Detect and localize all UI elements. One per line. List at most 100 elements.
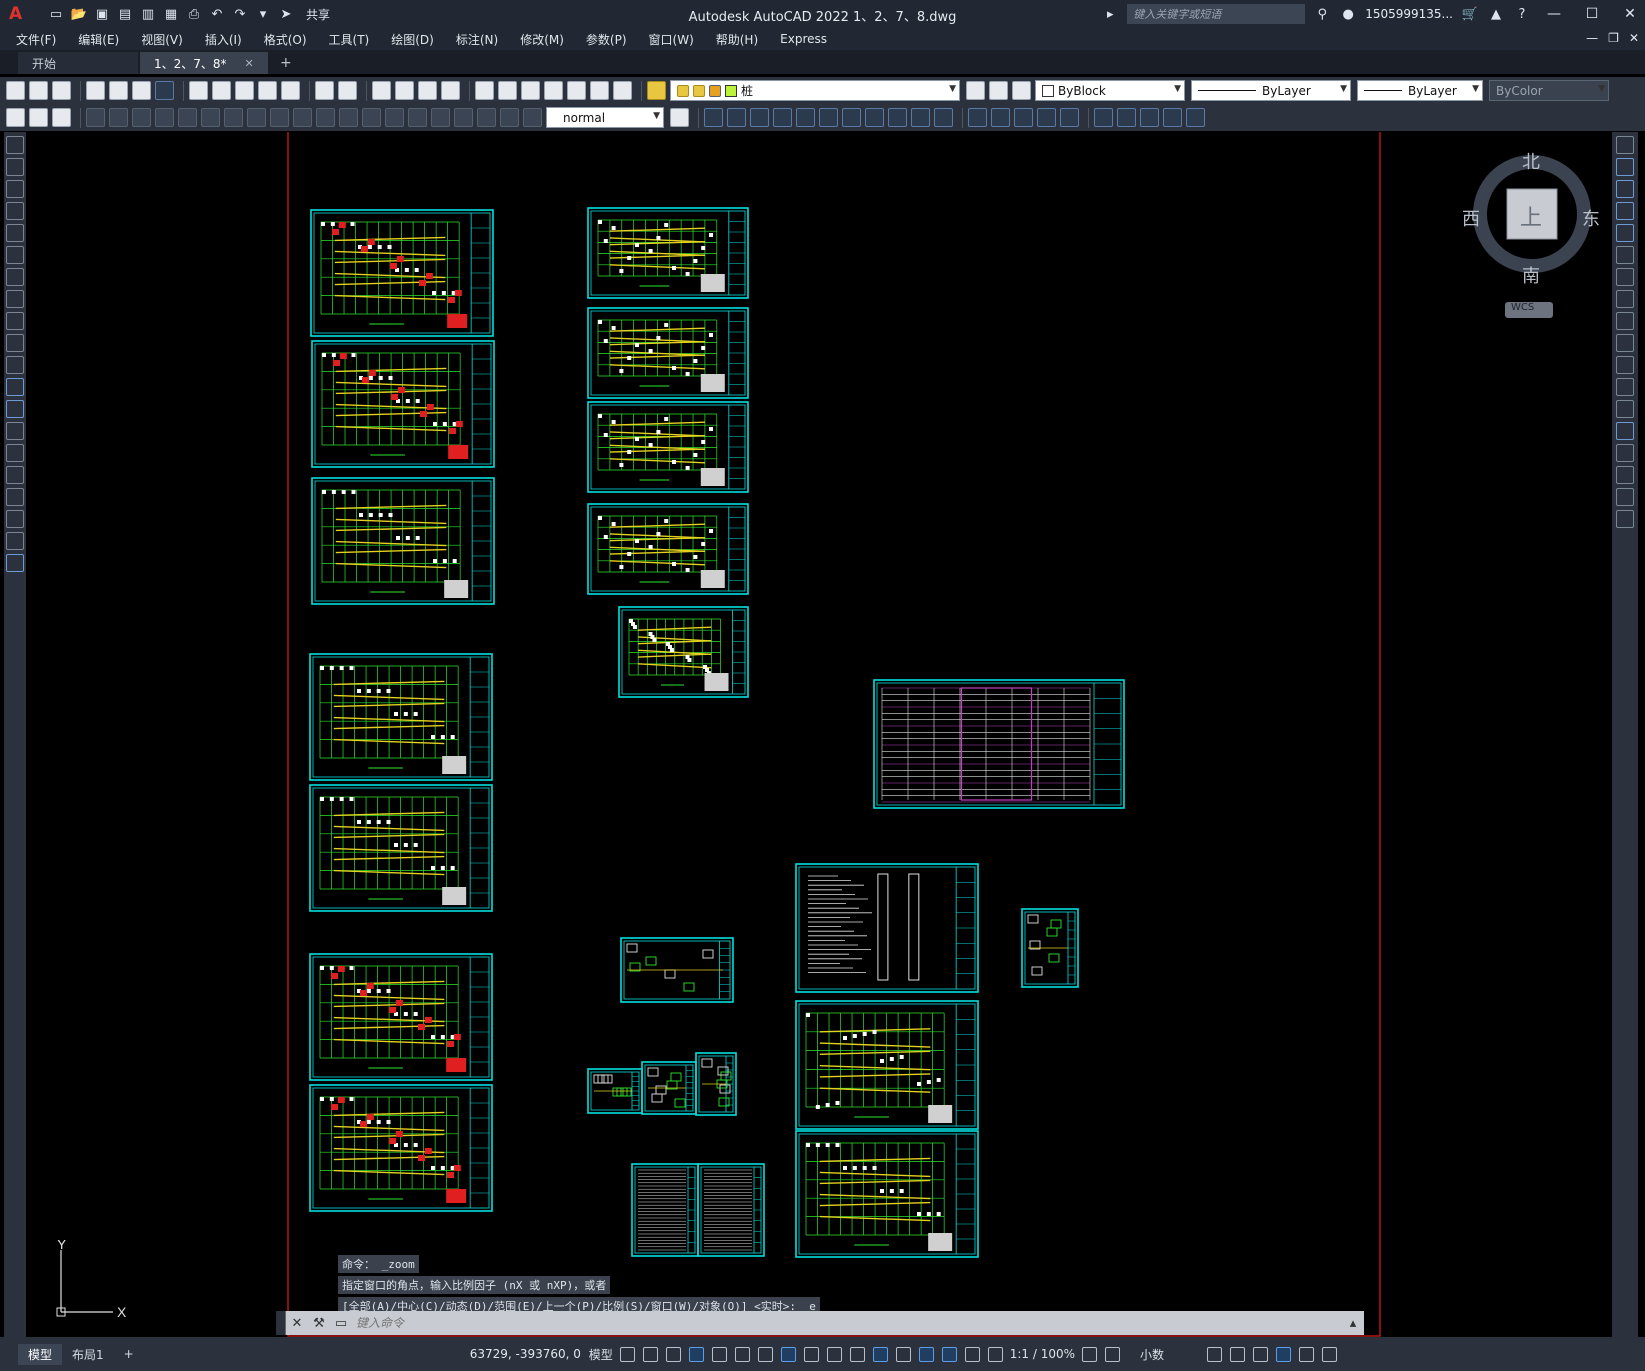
move-icon[interactable] [1616, 246, 1634, 264]
rectangle-icon[interactable] [6, 224, 24, 242]
drawing-sheet[interactable] [795, 1130, 979, 1258]
zoom-previous-icon[interactable] [441, 81, 460, 100]
arc-length-icon[interactable] [132, 108, 151, 127]
extend-icon[interactable] [934, 108, 953, 127]
markup-icon[interactable] [567, 81, 586, 100]
dimension-style-dropdown[interactable]: normal ▼ [546, 107, 664, 128]
share-icon[interactable]: ➤ [277, 6, 295, 22]
user-account[interactable]: 1505999135... [1365, 7, 1453, 21]
point-icon[interactable] [6, 422, 24, 440]
drawing-sheet[interactable] [309, 784, 493, 912]
continue-dimension-icon[interactable] [316, 108, 335, 127]
radius-dimension-icon[interactable] [178, 108, 197, 127]
array-icon[interactable] [1616, 224, 1634, 242]
mirror-icon[interactable] [1616, 180, 1634, 198]
copy-icon[interactable] [1616, 158, 1634, 176]
center-mark-icon[interactable] [408, 108, 427, 127]
chamfer-icon[interactable] [1616, 444, 1634, 462]
drawing-sheet[interactable] [587, 1068, 643, 1114]
sheet-set-icon[interactable] [544, 81, 563, 100]
help-icon[interactable]: ? [1513, 6, 1531, 22]
close-tab-icon[interactable]: ✕ [245, 57, 254, 70]
menu-format[interactable]: 格式(O) [253, 31, 318, 48]
close-command-line-icon[interactable]: ✕ [286, 1316, 308, 1331]
drawing-sheet[interactable] [309, 653, 493, 781]
annotation-scale[interactable]: 1:1 / 100% [1010, 1347, 1075, 1361]
autodesk-app-icon[interactable]: ▲ [1487, 6, 1505, 22]
save-icon[interactable] [52, 81, 71, 100]
customize-command-icon[interactable]: ⚒ [308, 1316, 330, 1331]
menu-parametric[interactable]: 参数(P) [575, 31, 638, 48]
recent-commands-icon[interactable]: ▭ [330, 1316, 352, 1331]
spline-icon[interactable] [6, 312, 24, 330]
erase-icon[interactable] [704, 108, 723, 127]
mirror-icon[interactable] [750, 108, 769, 127]
menu-modify[interactable]: 修改(M) [509, 31, 575, 48]
clean-screen-icon[interactable] [1299, 1346, 1315, 1362]
scale-icon[interactable] [865, 108, 884, 127]
layer-properties-icon[interactable] [647, 81, 666, 100]
chamfer-icon[interactable] [1014, 108, 1033, 127]
hatch-icon[interactable] [6, 444, 24, 462]
viewcube-south[interactable]: 南 [1522, 262, 1540, 288]
join-icon[interactable] [991, 108, 1010, 127]
menu-draw[interactable]: 绘图(D) [380, 31, 445, 48]
annotation-visibility-icon[interactable] [964, 1346, 980, 1362]
drawing-sheet[interactable] [1021, 908, 1079, 988]
offset-icon[interactable] [773, 108, 792, 127]
scale-icon[interactable] [1616, 290, 1634, 308]
blend-icon[interactable] [1060, 108, 1079, 127]
command-history-toggle-icon[interactable]: ▴ [1342, 1316, 1364, 1331]
drawing-sheet[interactable] [587, 307, 749, 399]
layer-tool-icon[interactable] [6, 108, 25, 127]
linetype-dropdown[interactable]: ByLayer ▼ [1191, 80, 1351, 101]
paste-icon[interactable] [235, 81, 254, 100]
drawing-sheet[interactable] [309, 953, 493, 1081]
publish-3d-icon[interactable] [155, 81, 174, 100]
viewcube-west[interactable]: 西 [1462, 205, 1480, 231]
pan-icon[interactable] [372, 81, 391, 100]
command-line-grip[interactable] [276, 1311, 286, 1335]
undo-icon[interactable]: ↶ [208, 6, 226, 22]
undo-icon[interactable] [315, 81, 334, 100]
erase-icon[interactable] [1616, 136, 1634, 154]
open-web-icon[interactable]: ▥ [139, 6, 157, 22]
zoom-realtime-icon[interactable] [395, 81, 414, 100]
angular-dimension-icon[interactable] [247, 108, 266, 127]
3d-osnap-icon[interactable] [872, 1346, 888, 1362]
tab-drawing[interactable]: 1、2、7、8* ✕ [140, 52, 268, 74]
menu-window[interactable]: 窗口(W) [638, 31, 705, 48]
quick-dimension-icon[interactable] [270, 108, 289, 127]
layer-tool-2-icon[interactable] [29, 108, 48, 127]
drawing-sheet[interactable] [587, 207, 749, 299]
menu-tools[interactable]: 工具(T) [318, 31, 381, 48]
dimension-style-icon[interactable] [670, 108, 689, 127]
table-icon[interactable] [6, 510, 24, 528]
explode-icon[interactable] [1094, 108, 1113, 127]
polygon-icon[interactable] [6, 202, 24, 220]
selection-filter-icon[interactable] [918, 1346, 934, 1362]
circle-icon[interactable] [6, 268, 24, 286]
redo-icon[interactable] [338, 81, 357, 100]
extend-icon[interactable] [1616, 356, 1634, 374]
cut-icon[interactable] [189, 81, 208, 100]
ordinate-dimension-icon[interactable] [155, 108, 174, 127]
drawing-sheet[interactable] [697, 1163, 765, 1257]
add-selected-icon[interactable] [6, 554, 24, 572]
quickcalc-icon[interactable] [590, 81, 609, 100]
gradient-icon[interactable] [6, 466, 24, 484]
diameter-dimension-icon[interactable] [224, 108, 243, 127]
share-label[interactable]: 共享 [306, 6, 330, 23]
help-icon[interactable] [613, 81, 632, 100]
drawing-sheet[interactable] [795, 863, 979, 993]
plot-icon[interactable] [86, 81, 105, 100]
break-icon[interactable] [1616, 400, 1634, 418]
hardware-acceleration-icon[interactable] [1276, 1346, 1292, 1362]
menu-edit[interactable]: 编辑(E) [67, 31, 130, 48]
construction-line-icon[interactable] [6, 158, 24, 176]
selection-cycling-icon[interactable] [849, 1346, 865, 1362]
stretch-icon[interactable] [1616, 312, 1634, 330]
expand-search-icon[interactable]: ▸ [1101, 6, 1119, 22]
move-icon[interactable] [819, 108, 838, 127]
close-button[interactable]: ✕ [1615, 6, 1645, 22]
